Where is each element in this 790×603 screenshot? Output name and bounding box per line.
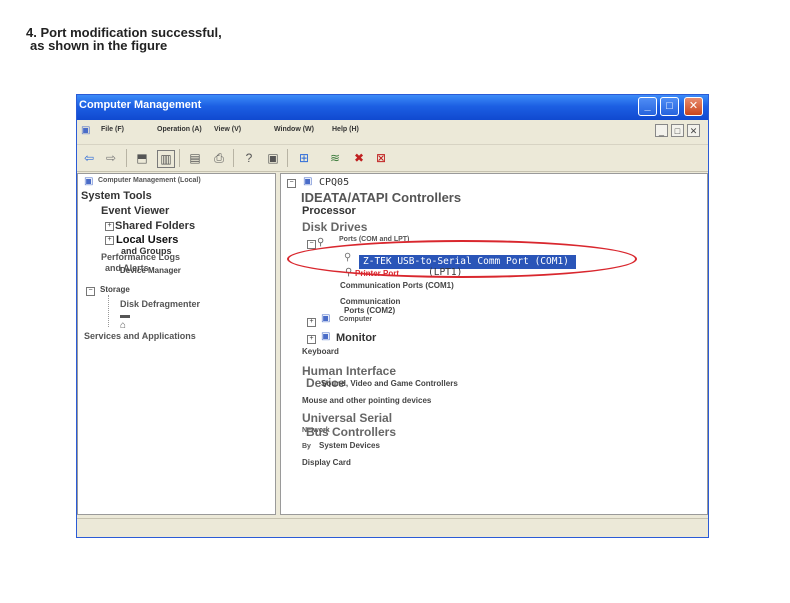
- expand-icon[interactable]: +: [307, 318, 316, 327]
- toolbar-separator: [126, 149, 127, 167]
- disk-management-icon[interactable]: ⌂: [120, 321, 126, 331]
- device-network-line2: By: [302, 443, 311, 450]
- device-keyboard[interactable]: Keyboard: [302, 347, 339, 356]
- expand-icon[interactable]: +: [105, 236, 114, 245]
- window-title: Computer Management: [79, 99, 202, 111]
- device-processor[interactable]: Processor: [302, 205, 356, 217]
- maximize-button[interactable]: □: [660, 97, 679, 116]
- tree-system-tools[interactable]: System Tools: [81, 190, 152, 202]
- tree-line: [108, 295, 109, 327]
- console-icon[interactable]: ▣: [265, 150, 281, 166]
- device-communication-port-com1[interactable]: Communication Ports (COM1): [340, 281, 454, 290]
- up-folder-icon[interactable]: ⬒: [134, 150, 150, 166]
- toolbar-separator: [287, 149, 288, 167]
- title-bar[interactable]: Computer Management _ □ ✕: [77, 95, 708, 120]
- mdi-minimize-button[interactable]: _: [655, 124, 668, 137]
- tree-local-users[interactable]: Local Users: [116, 234, 178, 246]
- scan-hardware-icon[interactable]: ⊞: [296, 150, 312, 166]
- collapse-icon[interactable]: −: [287, 179, 296, 188]
- menu-help[interactable]: Help (H): [332, 126, 359, 133]
- update-driver-icon[interactable]: ≋: [327, 150, 343, 166]
- toolbar-separator: [179, 149, 180, 167]
- menu-bar: ▣ File (F) Operation (A) View (V) Window…: [77, 120, 708, 145]
- tree-root-computer-management[interactable]: Computer Management (Local): [98, 177, 201, 184]
- toolbar-separator: [233, 149, 234, 167]
- forward-arrow-icon[interactable]: ⇨: [103, 150, 119, 166]
- console-tree-pane: ▣ Computer Management (Local) System Too…: [77, 173, 276, 515]
- print-icon[interactable]: ⎙: [211, 150, 227, 166]
- expand-icon[interactable]: +: [105, 222, 114, 231]
- computer-icon: ▣: [303, 176, 313, 187]
- menu-window[interactable]: Window (W): [274, 126, 314, 133]
- menu-operation[interactable]: Operation (A): [157, 126, 202, 133]
- minimize-button[interactable]: _: [638, 97, 657, 116]
- device-usb-controllers-line2: Bus Controllers: [306, 425, 397, 439]
- computer-management-window: Computer Management _ □ ✕ ▣ File (F) Ope…: [76, 94, 709, 538]
- device-list-pane: − ▣ CPQ05 IDEATA/ATAPI Controllers Proce…: [280, 173, 708, 515]
- computer-icon: ▣: [321, 313, 331, 324]
- device-communication-port-com2[interactable]: Communication: [340, 297, 400, 306]
- tree-shared-folders[interactable]: Shared Folders: [115, 220, 195, 232]
- tree-event-viewer[interactable]: Event Viewer: [101, 205, 169, 217]
- highlight-ellipse: [287, 240, 637, 278]
- mdi-close-button[interactable]: ✕: [687, 124, 700, 137]
- caption: 4. Port modification successful, as show…: [26, 26, 222, 52]
- device-display-card[interactable]: Display Card: [302, 458, 351, 467]
- computer-icon: ▣: [84, 176, 94, 187]
- disable-device-icon[interactable]: ✖: [351, 150, 367, 166]
- tree-storage[interactable]: Storage: [100, 285, 130, 294]
- collapse-icon[interactable]: −: [86, 287, 95, 296]
- toolbar: ⇦ ⇨ ⬒ ▥ ▤ ⎙ ? ▣ ⊞ ≋ ✖ ⊠: [77, 145, 708, 172]
- device-mouse[interactable]: Mouse and other pointing devices: [302, 396, 431, 405]
- device-communication-port-com2-line2: Ports (COM2): [344, 306, 396, 315]
- device-sound-video-game[interactable]: Sound, Video and Game Controllers: [321, 379, 458, 388]
- help-icon[interactable]: ?: [241, 150, 257, 166]
- monitor-icon: ▣: [321, 331, 331, 342]
- menu-view[interactable]: View (V): [214, 126, 241, 133]
- show-tree-icon[interactable]: ▥: [157, 150, 175, 168]
- device-monitor[interactable]: Monitor: [336, 332, 376, 344]
- tree-performance-logs[interactable]: Performance Logs: [101, 252, 180, 262]
- uninstall-device-icon[interactable]: ⊠: [373, 150, 389, 166]
- mdi-restore-button[interactable]: □: [671, 124, 684, 137]
- status-bar: [77, 518, 708, 537]
- tree-disk-defragmenter[interactable]: Disk Defragmenter: [120, 299, 200, 309]
- device-computer[interactable]: Computer: [339, 316, 372, 323]
- tree-services-and-applications[interactable]: Services and Applications: [84, 331, 196, 341]
- back-arrow-icon[interactable]: ⇦: [81, 150, 97, 166]
- device-system-devices[interactable]: System Devices: [319, 441, 380, 450]
- menu-file[interactable]: File (F): [101, 126, 124, 133]
- close-button[interactable]: ✕: [684, 97, 703, 116]
- caption-line-2: as shown in the figure: [30, 38, 168, 53]
- device-root-cpq05[interactable]: CPQ05: [319, 177, 349, 188]
- properties-icon[interactable]: ▤: [187, 150, 203, 166]
- expand-icon[interactable]: +: [307, 335, 316, 344]
- device-ide-controllers[interactable]: IDEATA/ATAPI Controllers: [301, 190, 461, 205]
- device-usb-controllers[interactable]: Universal Serial: [302, 411, 392, 425]
- tree-device-manager[interactable]: Device Manager: [120, 266, 181, 275]
- device-disk-drives[interactable]: Disk Drives: [302, 220, 367, 234]
- computer-icon: ▣: [81, 125, 91, 136]
